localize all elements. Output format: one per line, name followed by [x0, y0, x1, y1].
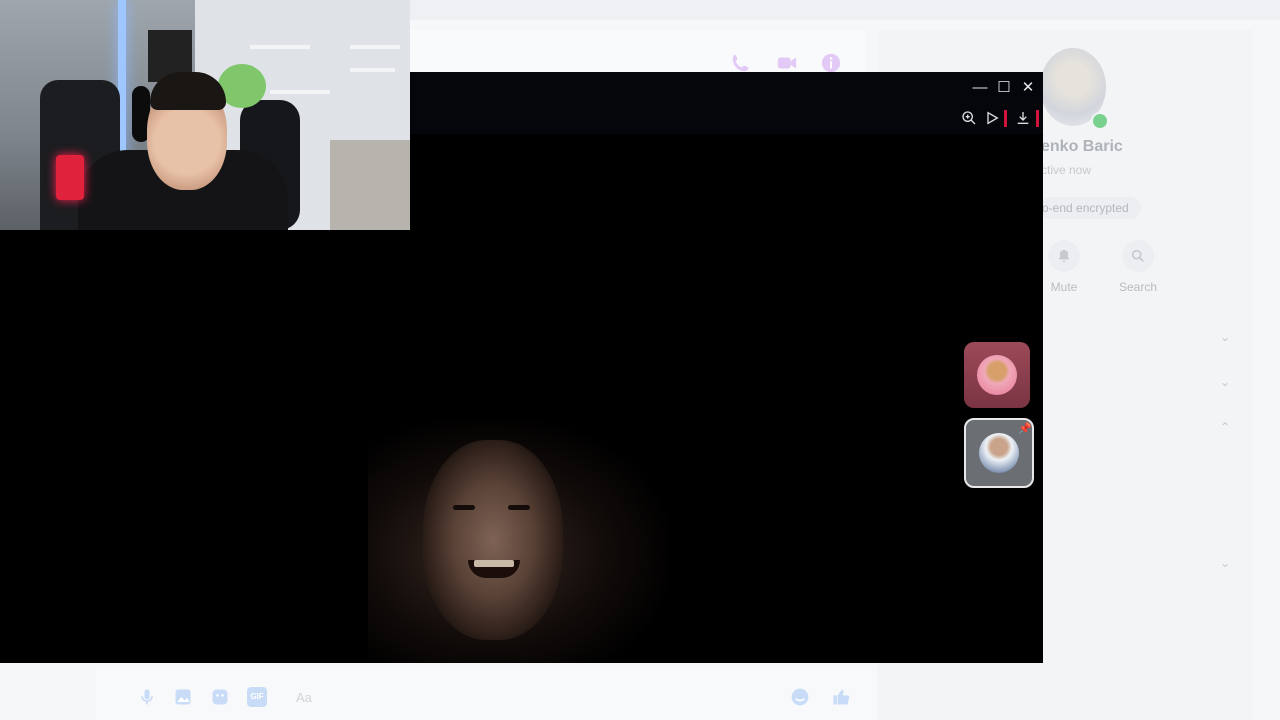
search-action[interactable]: Search: [1108, 240, 1168, 294]
chevron-down-icon[interactable]: ⌄: [1220, 556, 1230, 570]
teeth-shape: [474, 560, 514, 567]
close-button[interactable]: ✕: [1020, 80, 1036, 96]
gif-icon[interactable]: GIF: [247, 687, 267, 707]
wall-shelf: [350, 68, 395, 72]
phone-icon[interactable]: [730, 52, 752, 74]
contact-name: enko Baric: [1041, 138, 1123, 155]
message-input[interactable]: Aa: [296, 690, 312, 705]
bell-icon: [1048, 240, 1080, 272]
caller-face: [423, 440, 563, 640]
pin-icon[interactable]: 📌: [1018, 422, 1032, 435]
image-icon[interactable]: [173, 687, 193, 707]
red-cup: [56, 155, 84, 200]
search-label: Search: [1118, 280, 1158, 294]
eye-shape: [453, 505, 475, 510]
wall-shelf: [250, 45, 310, 49]
encryption-badge: o-end encrypted: [1038, 197, 1141, 219]
participant-tile-pinned[interactable]: 📌: [964, 418, 1034, 488]
online-status-dot: [1091, 112, 1109, 130]
video-feed: [368, 420, 668, 663]
mute-action[interactable]: Mute: [1034, 240, 1094, 294]
participant-avatar: [977, 355, 1017, 395]
eye-shape: [508, 505, 530, 510]
record-marker: [1036, 110, 1039, 127]
chevron-down-icon[interactable]: ⌄: [1220, 375, 1230, 389]
info-icon[interactable]: [820, 52, 842, 74]
streamer-hair: [150, 72, 226, 110]
app-top-bar: [410, 0, 1280, 20]
record-marker: [1004, 110, 1007, 127]
chevron-down-icon[interactable]: ⌄: [1220, 330, 1230, 344]
participant-tile[interactable]: [964, 342, 1030, 408]
video-call-icon[interactable]: [776, 52, 798, 74]
download-icon[interactable]: [1015, 110, 1031, 126]
emoji-icon[interactable]: [790, 687, 810, 707]
zoom-in-icon[interactable]: [961, 110, 977, 126]
microphone-icon[interactable]: [137, 687, 157, 707]
contact-active-status: ctive now: [1041, 163, 1092, 177]
streamer-webcam: [0, 0, 410, 230]
search-icon: [1122, 240, 1154, 272]
mute-label: Mute: [1050, 280, 1078, 294]
media-viewer-toolbar: [410, 72, 1043, 134]
wall-shelf: [270, 90, 330, 94]
chevron-up-icon[interactable]: ⌃: [1220, 420, 1230, 434]
maximize-button[interactable]: ☐: [996, 80, 1012, 96]
thumbs-up-icon[interactable]: [831, 687, 851, 707]
desk: [330, 140, 410, 230]
sticker-icon[interactable]: [210, 687, 230, 707]
participant-avatar: [979, 433, 1019, 473]
wall-shelf: [350, 45, 400, 49]
minimize-button[interactable]: —: [972, 80, 988, 96]
play-icon[interactable]: [984, 110, 1000, 126]
